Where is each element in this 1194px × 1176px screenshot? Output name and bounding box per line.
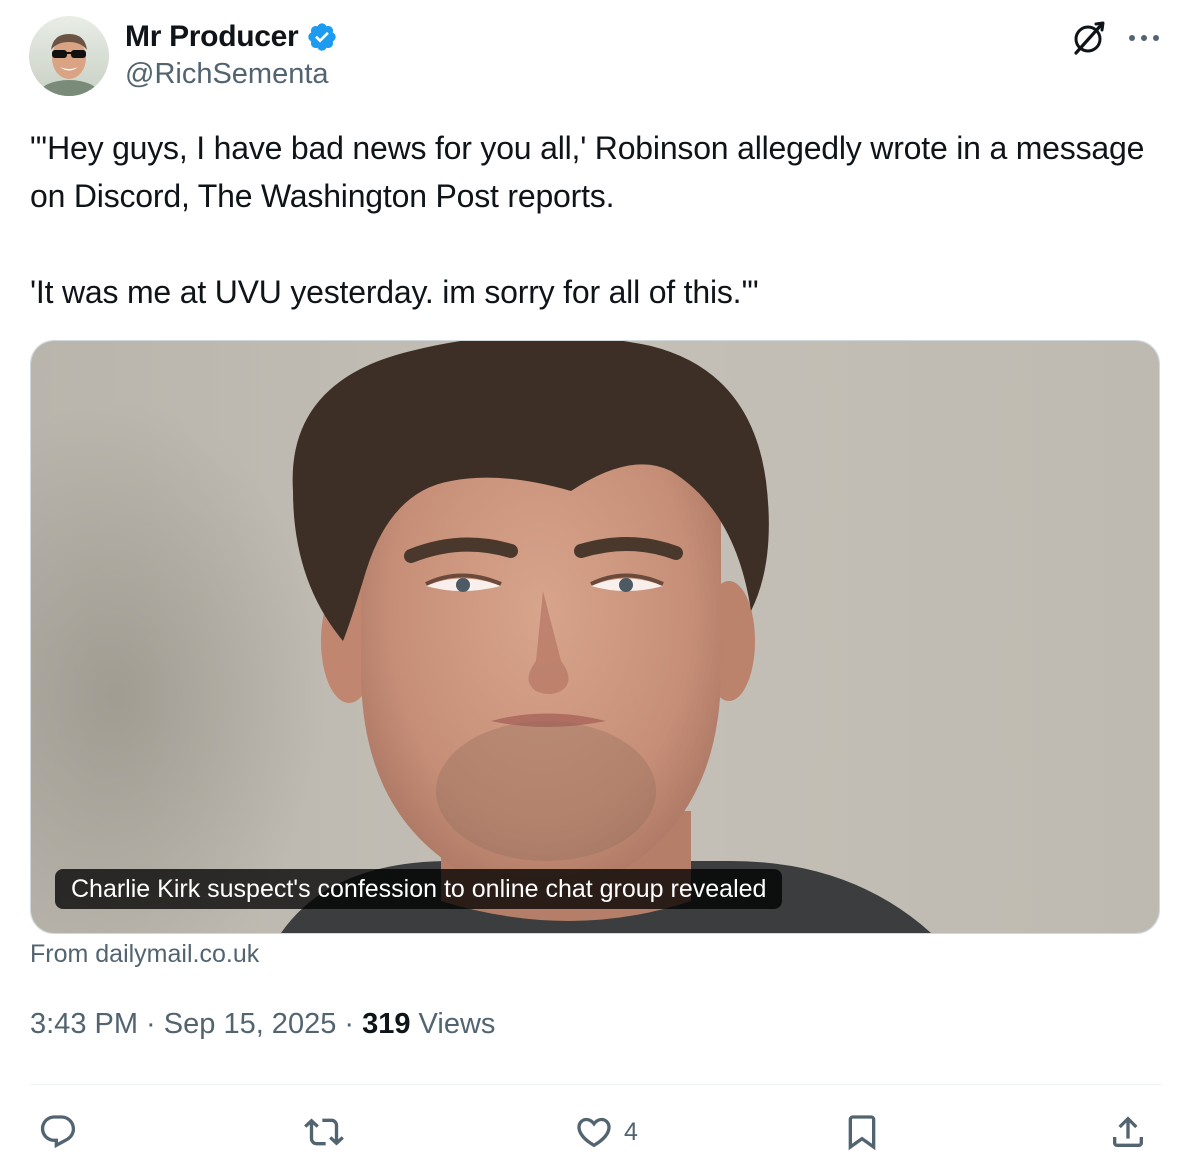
- action-bar: 4: [0, 1100, 1194, 1164]
- divider: [30, 1084, 1162, 1085]
- views-label: Views: [410, 1008, 496, 1040]
- author-display-name: Mr Producer: [125, 20, 299, 53]
- tweet: Mr Producer @RichSementa "'Hey guys, I h…: [0, 0, 1194, 1176]
- author-avatar[interactable]: [29, 16, 109, 96]
- meta-separator: ·: [138, 1008, 164, 1040]
- tweet-date[interactable]: Sep 15, 2025: [164, 1008, 337, 1041]
- more-options-icon[interactable]: [1124, 18, 1164, 58]
- reply-button[interactable]: [38, 1110, 88, 1154]
- meta-separator: ·: [336, 1008, 363, 1040]
- tweet-meta: 3:43 PM · Sep 15, 2025 · 319 Views: [30, 1008, 495, 1041]
- retweet-button[interactable]: [304, 1110, 354, 1154]
- like-count: 4: [624, 1117, 638, 1146]
- share-button[interactable]: [1108, 1110, 1158, 1154]
- grok-icon[interactable]: [1068, 18, 1108, 58]
- verified-badge-icon: [306, 21, 338, 53]
- media-caption: Charlie Kirk suspect's confession to onl…: [55, 869, 783, 909]
- reply-icon: [40, 1115, 76, 1149]
- share-icon: [1113, 1116, 1143, 1147]
- bookmark-button[interactable]: [842, 1110, 892, 1154]
- author-name-link[interactable]: Mr Producer: [125, 17, 338, 57]
- mugshot-photo: [31, 341, 1159, 933]
- bookmark-icon: [848, 1115, 876, 1151]
- like-button[interactable]: 4: [574, 1110, 638, 1154]
- tweet-text: "'Hey guys, I have bad news for you all,…: [30, 130, 1145, 310]
- heart-icon: [577, 1117, 611, 1148]
- views-count: 319: [362, 1008, 411, 1040]
- tweet-time[interactable]: 3:43 PM: [30, 1008, 138, 1041]
- media-card[interactable]: Charlie Kirk suspect's confession to onl…: [30, 340, 1160, 934]
- author-handle[interactable]: @RichSementa: [125, 58, 329, 91]
- retweet-icon: [304, 1118, 344, 1146]
- media-source-link[interactable]: From dailymail.co.uk: [30, 940, 259, 969]
- avatar-image: [29, 16, 109, 96]
